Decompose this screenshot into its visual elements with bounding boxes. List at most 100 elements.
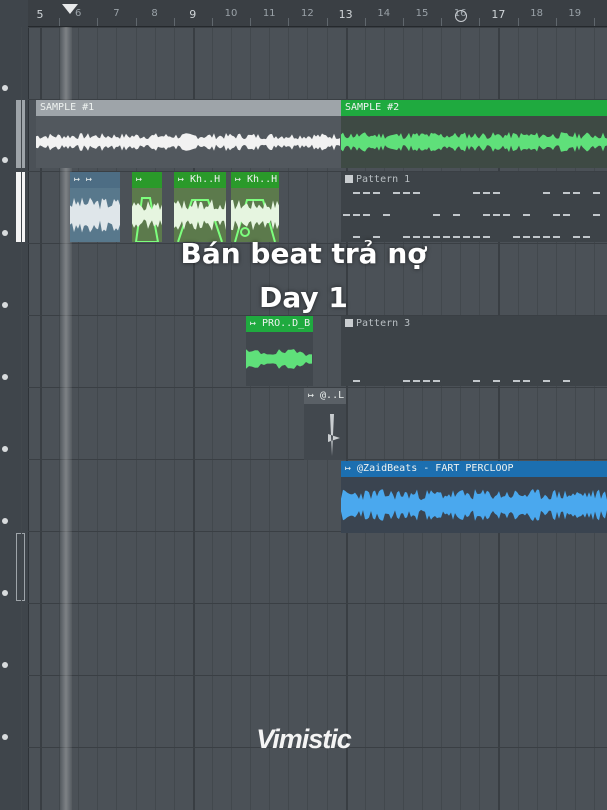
track-divider: [28, 675, 607, 676]
clip-pattern-1-notes: [341, 188, 607, 242]
caption-line-2: Day 1: [259, 281, 348, 314]
track-3-led[interactable]: [2, 230, 8, 236]
pattern-note: [493, 214, 500, 216]
clip-pattern-1-label: Pattern 1: [356, 174, 411, 185]
pattern-note: [413, 192, 420, 194]
track-9-led[interactable]: [2, 662, 8, 668]
pattern-note: [483, 214, 490, 216]
ruler-tick: [479, 18, 481, 26]
clip-sample-1[interactable]: SAMPLE #1: [36, 100, 341, 168]
clip-prod[interactable]: ↦ PRO..D_B: [246, 316, 313, 386]
pattern-note: [493, 192, 500, 194]
clip-small-sample[interactable]: ↦ @..L: [304, 388, 346, 460]
clip-kick-2[interactable]: ↦ Kh..H: [231, 172, 279, 242]
clip-kick-1[interactable]: ↦ Kh..H: [174, 172, 226, 242]
pattern-note: [403, 380, 410, 382]
clip-prod-label: ↦ PRO..D_B: [246, 316, 313, 332]
pattern-note: [483, 192, 490, 194]
track-7-led[interactable]: [2, 518, 8, 524]
track-divider: [28, 27, 607, 28]
bar-number: 7: [113, 8, 120, 19]
pattern-note: [403, 192, 410, 194]
bar-number: 5: [36, 8, 44, 21]
clip-sample-2-waveform: [341, 116, 607, 168]
pattern-note: [493, 380, 500, 382]
pattern-note: [573, 192, 580, 194]
clip-sample-2[interactable]: SAMPLE #2: [341, 100, 607, 168]
clip-pattern-1-header: Pattern 1: [341, 172, 607, 188]
clip-sample-1-waveform: [36, 116, 341, 168]
pattern-note: [353, 214, 360, 216]
clip-perc-loop[interactable]: ↦ @ZaidBeats - FART PERCLOOP: [341, 461, 607, 533]
ruler-tick: [211, 18, 213, 26]
track-2-led[interactable]: [2, 157, 8, 163]
track-8-led[interactable]: [2, 590, 8, 596]
bar-number: 12: [301, 8, 314, 19]
bar-number: 18: [530, 8, 543, 19]
bar-number: 15: [415, 8, 429, 19]
pattern-note: [473, 380, 480, 382]
ruler-tick: [135, 18, 137, 26]
pattern-note: [373, 192, 380, 194]
ruler-tick: [555, 18, 557, 26]
clip-kick-1-waveform: [174, 188, 226, 242]
playlist-window: 5 6 7 8 9 10 11 12 13 14 15 16 17 18 19 SAMPLE #1 SAMP…: [0, 0, 607, 810]
ruler-tick: [59, 18, 61, 26]
bar-number: 9: [189, 8, 197, 21]
pattern-note: [433, 214, 440, 216]
ruler-tick: [326, 18, 328, 26]
clip-drum-1-label: ↦ ↦: [70, 172, 120, 188]
bar-number: 10: [224, 8, 238, 19]
pattern-icon: [345, 175, 353, 183]
pattern-note: [383, 214, 390, 216]
ruler-tick: [517, 18, 519, 26]
clip-pattern-1[interactable]: Pattern 1: [341, 172, 607, 242]
clip-kick-1-label: ↦ Kh..H: [174, 172, 226, 188]
bar-number: 17: [491, 8, 506, 21]
grid-line: [20, 27, 22, 810]
clip-perc-loop-waveform: [341, 477, 607, 533]
pattern-note: [353, 380, 360, 382]
clip-kick-2-label: ↦ Kh..H: [231, 172, 279, 188]
ruler-tick: [441, 18, 443, 26]
pattern-note: [473, 192, 480, 194]
clip-drum-2[interactable]: ↦: [132, 172, 162, 242]
clip-sample-2-label: SAMPLE #2: [341, 100, 607, 116]
pattern-note: [353, 192, 360, 194]
pattern-note: [363, 192, 370, 194]
pattern-note: [393, 192, 400, 194]
track-divider: [28, 603, 607, 604]
ruler-tick: [593, 18, 595, 26]
pattern-note: [453, 214, 460, 216]
pattern-note: [563, 192, 570, 194]
ruler-tick: [97, 18, 99, 26]
pattern-note: [563, 380, 570, 382]
track-5-led[interactable]: [2, 374, 8, 380]
pattern-note: [553, 214, 560, 216]
pattern-note: [543, 380, 550, 382]
playhead-marker[interactable]: [62, 4, 78, 14]
track-6-led[interactable]: [2, 446, 8, 452]
pattern-icon: [345, 319, 353, 327]
clip-small-sample-waveform: [304, 404, 346, 460]
clip-pattern-3[interactable]: Pattern 3: [341, 316, 607, 386]
timeline-ruler[interactable]: 5 6 7 8 9 10 11 12 13 14 15 16 17 18 19: [28, 0, 607, 27]
clip-kick-2-waveform: [231, 188, 279, 242]
clip-perc-loop-label: ↦ @ZaidBeats - FART PERCLOOP: [341, 461, 607, 477]
track-1-led[interactable]: [2, 85, 8, 91]
pattern-note: [563, 214, 570, 216]
clip-sample-1-label: SAMPLE #1: [36, 100, 341, 116]
clip-pattern-3-notes: [341, 332, 607, 386]
ruler-tick: [250, 18, 252, 26]
bar-number: 14: [377, 8, 391, 19]
clip-drum-1[interactable]: ↦ ↦: [70, 172, 120, 242]
loop-target-icon[interactable]: [455, 10, 467, 22]
pattern-note: [593, 192, 600, 194]
pattern-note: [363, 214, 370, 216]
pattern-note: [523, 380, 530, 382]
ruler-tick: [402, 18, 404, 26]
caption-line-1: Bán beat trả nợ: [180, 237, 427, 270]
clip-pattern-3-header: Pattern 3: [341, 316, 607, 332]
ruler-tick: [288, 18, 290, 26]
pattern-note: [433, 380, 440, 382]
